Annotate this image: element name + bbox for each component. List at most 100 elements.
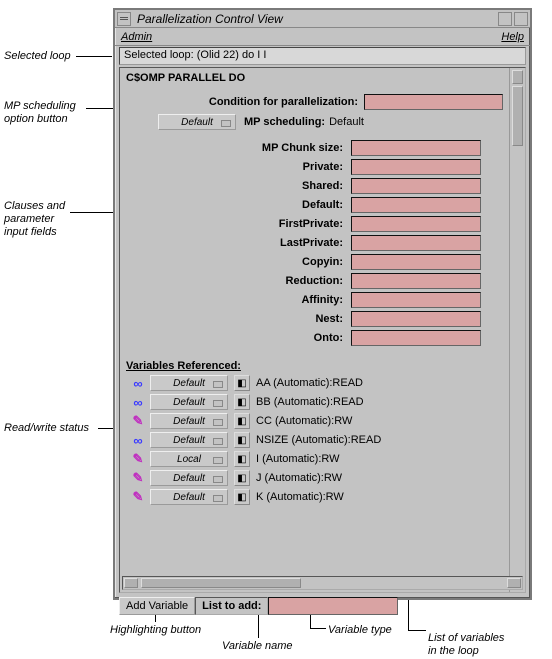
clause-label: FirstPrivate:	[249, 218, 351, 230]
annot-clauses: Clauses and parameter input fields	[4, 200, 65, 240]
rw-status-icon: ∞	[126, 433, 150, 448]
highlight-button[interactable]: ◧	[234, 375, 250, 391]
scope-button[interactable]: Default	[150, 470, 228, 486]
scroll-thumb-h[interactable]	[141, 578, 301, 588]
rw-status-icon: ✎	[126, 413, 150, 429]
variable-text: I (Automatic):RW	[256, 453, 340, 465]
variable-row: ∞Default ◧ BB (Automatic):READ	[126, 394, 503, 410]
footer-row: Add Variable List to add:	[119, 597, 526, 615]
annot-rw: Read/write status	[4, 422, 89, 435]
variable-text: K (Automatic):RW	[256, 491, 344, 503]
annot-hilite: Highlighting button	[110, 624, 201, 637]
maximize-button[interactable]	[514, 12, 528, 26]
clause-label: MP Chunk size:	[249, 142, 351, 154]
scope-button[interactable]: Default	[150, 413, 228, 429]
clause-label: Copyin:	[249, 256, 351, 268]
horizontal-scrollbar[interactable]	[122, 576, 523, 590]
rw-status-icon: ✎	[126, 470, 150, 486]
clause-row: LastPrivate:	[249, 235, 500, 251]
highlight-button[interactable]: ◧	[234, 413, 250, 429]
variable-row: ✎Default ◧ K (Automatic):RW	[126, 489, 503, 505]
selected-loop-field: Selected loop: (Olid 22) do I I	[119, 47, 526, 65]
clause-row: FirstPrivate:	[249, 216, 500, 232]
scroll-thumb[interactable]	[512, 86, 523, 146]
condition-input[interactable]	[364, 94, 503, 110]
rw-status-icon: ∞	[126, 395, 150, 410]
rw-status-icon: ✎	[126, 451, 150, 467]
highlight-button[interactable]: ◧	[234, 394, 250, 410]
clause-input[interactable]	[351, 311, 481, 327]
rw-status-icon: ∞	[126, 376, 150, 391]
highlight-button[interactable]: ◧	[234, 451, 250, 467]
main-window: Parallelization Control View Admin Help …	[113, 8, 532, 600]
variable-row: ✎Default ◧ J (Automatic):RW	[126, 470, 503, 486]
highlight-button[interactable]: ◧	[234, 432, 250, 448]
clause-input[interactable]	[351, 254, 481, 270]
clause-label: Onto:	[249, 332, 351, 344]
variable-row: ∞Default◧AA (Automatic):READ	[126, 375, 503, 391]
pragma-header: C$OMP PARALLEL DO	[126, 72, 503, 84]
annot-line	[76, 56, 112, 57]
clause-label: Affinity:	[249, 294, 351, 306]
clause-row: Shared:	[249, 178, 500, 194]
highlight-button[interactable]: ◧	[234, 489, 250, 505]
variable-text: CC (Automatic):RW	[256, 415, 352, 427]
annot-mp-button: MP scheduling option button	[4, 100, 76, 126]
variable-row: ✎Default ◧ CC (Automatic):RW	[126, 413, 503, 429]
clause-row: Reduction:	[249, 273, 500, 289]
menubar: Admin Help	[115, 28, 530, 46]
highlight-button[interactable]: ◧	[234, 470, 250, 486]
variable-text: NSIZE (Automatic):READ	[256, 434, 381, 446]
annot-vartype: Variable type	[328, 624, 392, 637]
menu-help[interactable]: Help	[501, 31, 524, 43]
rw-status-icon: ✎	[126, 489, 150, 505]
clause-input[interactable]	[351, 140, 481, 156]
clause-row: Default:	[249, 197, 500, 213]
clause-input[interactable]	[351, 216, 481, 232]
clause-input[interactable]	[351, 197, 481, 213]
variable-row: ∞Default ◧ NSIZE (Automatic):READ	[126, 432, 503, 448]
vars-block: ∞Default◧AA (Automatic):READ∞Default◧BB …	[126, 375, 503, 505]
clause-input[interactable]	[351, 273, 481, 289]
scope-button[interactable]: Default	[150, 394, 228, 410]
scroll-right-icon[interactable]	[507, 578, 521, 588]
clause-label: Reduction:	[249, 275, 351, 287]
scope-button[interactable]: Default	[150, 375, 228, 391]
clause-row: MP Chunk size:	[249, 140, 500, 156]
clause-label: Shared:	[249, 180, 351, 192]
variable-text: J (Automatic):RW	[256, 472, 342, 484]
clause-input[interactable]	[351, 178, 481, 194]
clause-row: Private:	[249, 159, 500, 175]
scroll-up-icon[interactable]	[512, 70, 523, 84]
window-title: Parallelization Control View	[137, 12, 496, 26]
variable-row: ✎Local ◧ I (Automatic):RW	[126, 451, 503, 467]
scope-button[interactable]: Local	[150, 451, 228, 467]
add-variable-button[interactable]: Add Variable	[119, 597, 195, 615]
scroll-left-icon[interactable]	[124, 578, 138, 588]
scope-button[interactable]: Default	[150, 432, 228, 448]
clause-row: Onto:	[249, 330, 500, 346]
menu-admin[interactable]: Admin	[121, 31, 152, 43]
sysmenu-icon[interactable]	[117, 12, 131, 26]
clause-input[interactable]	[351, 159, 481, 175]
clause-input[interactable]	[351, 235, 481, 251]
mp-scheduling-button[interactable]: Default	[158, 114, 236, 130]
body-panel: C$OMP PARALLEL DO Condition for parallel…	[119, 67, 526, 593]
clause-label: LastPrivate:	[249, 237, 351, 249]
content-area: C$OMP PARALLEL DO Condition for parallel…	[120, 68, 509, 576]
clause-input[interactable]	[351, 330, 481, 346]
annot-line	[408, 630, 426, 631]
list-to-add-input[interactable]	[268, 597, 398, 615]
mp-scheduling-label: MP scheduling:	[244, 116, 325, 128]
clause-input[interactable]	[351, 292, 481, 308]
clause-label: Nest:	[249, 313, 351, 325]
annot-line	[310, 628, 326, 629]
vertical-scrollbar[interactable]	[509, 68, 525, 592]
variable-text: BB (Automatic):READ	[256, 396, 364, 408]
clause-row: Affinity:	[249, 292, 500, 308]
minimize-button[interactable]	[498, 12, 512, 26]
titlebar[interactable]: Parallelization Control View	[115, 10, 530, 28]
vars-header: Variables Referenced:	[126, 360, 503, 372]
mp-scheduling-value: Default	[329, 116, 364, 128]
scope-button[interactable]: Default	[150, 489, 228, 505]
